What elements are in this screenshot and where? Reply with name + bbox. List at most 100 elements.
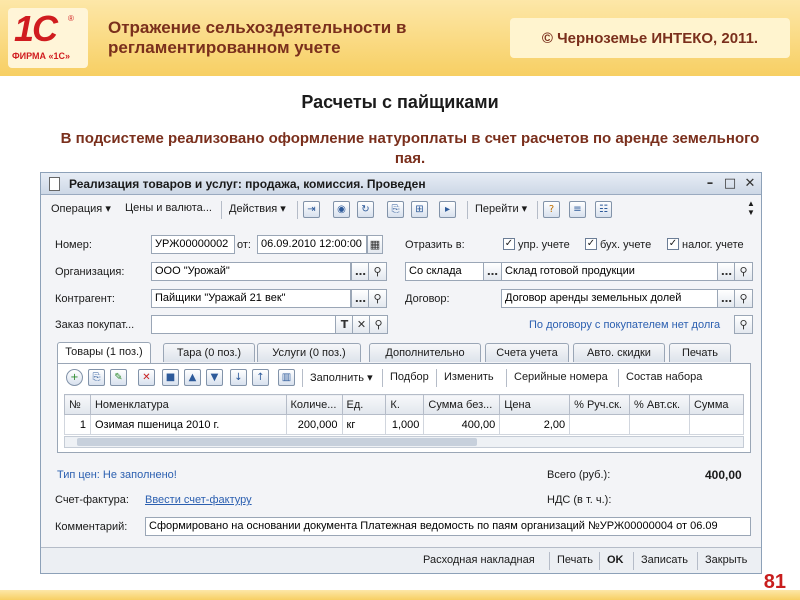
table-cell[interactable]: 2,00 xyxy=(499,414,571,435)
search-icon[interactable]: ⚲ xyxy=(369,315,388,334)
comment-field[interactable]: Сформировано на основании документа Плат… xyxy=(145,517,751,536)
sort-asc-icon[interactable]: ↓ xyxy=(230,369,247,386)
ellipsis-icon[interactable]: … xyxy=(483,262,502,281)
goods-table: № Номенклатура Количе... Ед. К. Сумма бе… xyxy=(64,394,745,435)
structure-icon[interactable]: ⊞ xyxy=(411,201,428,218)
tab-goods[interactable]: Товары (1 поз.) xyxy=(57,342,151,363)
barcode-icon[interactable]: ▥ xyxy=(278,369,295,386)
maximize-button[interactable]: □ xyxy=(721,175,739,192)
tax-accounting-checkbox[interactable]: ✓ xyxy=(667,238,679,250)
customer-order-field[interactable] xyxy=(151,315,337,334)
bottom-button-bar: Расходная накладная Печать OK Записать З… xyxy=(41,547,761,573)
number-field[interactable]: УРЖ00000002 xyxy=(151,235,235,254)
shipment-type-field[interactable]: Со склада xyxy=(405,262,485,281)
calendar-icon[interactable]: ▦ xyxy=(367,235,383,254)
tab-print[interactable]: Печать xyxy=(669,343,731,362)
print-button[interactable]: Печать xyxy=(557,554,593,566)
options-icon[interactable]: ☷ xyxy=(595,201,612,218)
search-icon[interactable]: ⚲ xyxy=(368,262,387,281)
end-edit-icon[interactable]: ■ xyxy=(162,369,179,386)
contractor-field[interactable]: Пайщики "Уражай 21 век" xyxy=(151,289,351,308)
column-header[interactable]: % Руч.ск. xyxy=(569,394,631,415)
tab-accounts[interactable]: Счета учета xyxy=(485,343,569,362)
logo-caption: ФИРМА «1С» xyxy=(12,51,71,61)
save-button[interactable]: Записать xyxy=(641,554,688,566)
customer-order-label: Заказ покупат... xyxy=(55,319,135,331)
operation-menu[interactable]: Операция ▾ xyxy=(51,202,111,215)
table-cell[interactable]: 1 xyxy=(64,414,91,435)
table-cell[interactable] xyxy=(569,414,631,435)
scrollbar-thumb[interactable] xyxy=(77,438,477,446)
price-type-link[interactable]: Тип цен: Не заполнено! xyxy=(57,469,177,481)
table-cell[interactable]: 400,00 xyxy=(423,414,501,435)
tab-auto-discounts[interactable]: Авто. скидки xyxy=(573,343,665,362)
column-header[interactable]: № xyxy=(64,394,91,415)
fill-menu[interactable]: Заполнить ▾ xyxy=(310,371,373,384)
slide-title: Отражение сельхоздеятельности в регламен… xyxy=(108,18,407,57)
refresh-icon[interactable]: ↻ xyxy=(357,201,374,218)
view-icon[interactable]: ◉ xyxy=(333,201,350,218)
column-header[interactable]: Ед. xyxy=(341,394,387,415)
post-icon[interactable]: ⇥ xyxy=(303,201,320,218)
add-row-icon[interactable]: + xyxy=(66,369,83,386)
accounting-checkbox[interactable]: ✓ xyxy=(585,238,597,250)
goto-menu[interactable]: Перейти ▾ xyxy=(475,202,527,215)
vat-label: НДС (в т. ч.): xyxy=(547,494,612,506)
table-cell[interactable]: 200,000 xyxy=(285,414,343,435)
actions-menu[interactable]: Действия ▾ xyxy=(229,202,286,215)
table-cell[interactable] xyxy=(688,414,745,435)
column-header[interactable]: К. xyxy=(385,394,425,415)
search-icon[interactable]: ⚲ xyxy=(368,289,387,308)
column-header[interactable]: % Авт.ск. xyxy=(629,394,690,415)
column-header[interactable]: Сумма xyxy=(688,394,745,415)
table-cell[interactable]: Озимая пшеница 2010 г. xyxy=(89,414,287,435)
column-header[interactable]: Количе... xyxy=(285,394,343,415)
kit-composition-button[interactable]: Состав набора xyxy=(626,371,702,383)
organization-field[interactable]: ООО "Урожай" xyxy=(151,262,351,281)
list-icon[interactable]: ≡ xyxy=(569,201,586,218)
minimize-button[interactable]: – xyxy=(701,175,719,192)
toolbar-divider xyxy=(467,201,468,219)
close-button[interactable]: Закрыть xyxy=(705,554,747,566)
tab-additional[interactable]: Дополнительно xyxy=(369,343,481,362)
table-row[interactable]: 1 Озимая пшеница 2010 г. 200,000 кг 1,00… xyxy=(64,414,745,435)
horizontal-scrollbar[interactable] xyxy=(64,436,744,448)
table-cell[interactable]: 1,000 xyxy=(385,414,425,435)
edit-row-icon[interactable]: ✎ xyxy=(110,369,127,386)
sort-desc-icon[interactable]: ↑ xyxy=(252,369,269,386)
table-cell[interactable] xyxy=(629,414,690,435)
delete-row-icon[interactable]: ✕ xyxy=(138,369,155,386)
waybill-button[interactable]: Расходная накладная xyxy=(423,554,535,566)
serial-numbers-button[interactable]: Серийные номера xyxy=(514,371,608,383)
tab-services[interactable]: Услуги (0 поз.) xyxy=(257,343,361,362)
warehouse-field[interactable]: Склад готовой продукции xyxy=(501,262,719,281)
search-icon[interactable]: ⚲ xyxy=(734,262,753,281)
table-cell[interactable]: кг xyxy=(341,414,387,435)
select-button[interactable]: Подбор xyxy=(390,371,429,383)
column-header[interactable]: Цена xyxy=(499,394,571,415)
prices-button[interactable]: Цены и валюта... xyxy=(125,202,212,214)
change-button[interactable]: Изменить xyxy=(444,371,494,383)
help-icon[interactable]: ? xyxy=(543,201,560,218)
close-window-button[interactable]: ✕ xyxy=(741,175,759,192)
search-icon[interactable]: ⚲ xyxy=(734,289,753,308)
enter-on-basis-icon[interactable]: ▸ xyxy=(439,201,456,218)
copy-row-icon[interactable]: ⎘ xyxy=(88,369,105,386)
move-down-icon[interactable]: ▼ xyxy=(206,369,223,386)
mgmt-accounting-checkbox[interactable]: ✓ xyxy=(503,238,515,250)
ok-button[interactable]: OK xyxy=(607,554,624,566)
search-icon[interactable]: ⚲ xyxy=(734,315,753,334)
move-up-icon[interactable]: ▲ xyxy=(184,369,201,386)
contract-debt-link[interactable]: По договору с покупателем нет долга xyxy=(529,319,720,331)
toolbar-scroll-arrows[interactable]: ▲ ▼ xyxy=(747,199,755,217)
copy-doc-icon[interactable]: ⎘ xyxy=(387,201,404,218)
tab-containers[interactable]: Тара (0 поз.) xyxy=(163,343,255,362)
contract-field[interactable]: Договор аренды земельных долей xyxy=(501,289,719,308)
column-header[interactable]: Номенклатура xyxy=(89,394,287,415)
date-field[interactable]: 06.09.2010 12:00:00 xyxy=(257,235,367,254)
comment-label: Комментарий: xyxy=(55,521,128,533)
tax-accounting-label: налог. учете xyxy=(682,239,744,251)
enter-invoice-link[interactable]: Ввести счет-фактуру xyxy=(145,494,252,506)
copyright-badge: © Черноземье ИНТЕКО, 2011. xyxy=(510,18,790,58)
column-header[interactable]: Сумма без... xyxy=(423,394,501,415)
